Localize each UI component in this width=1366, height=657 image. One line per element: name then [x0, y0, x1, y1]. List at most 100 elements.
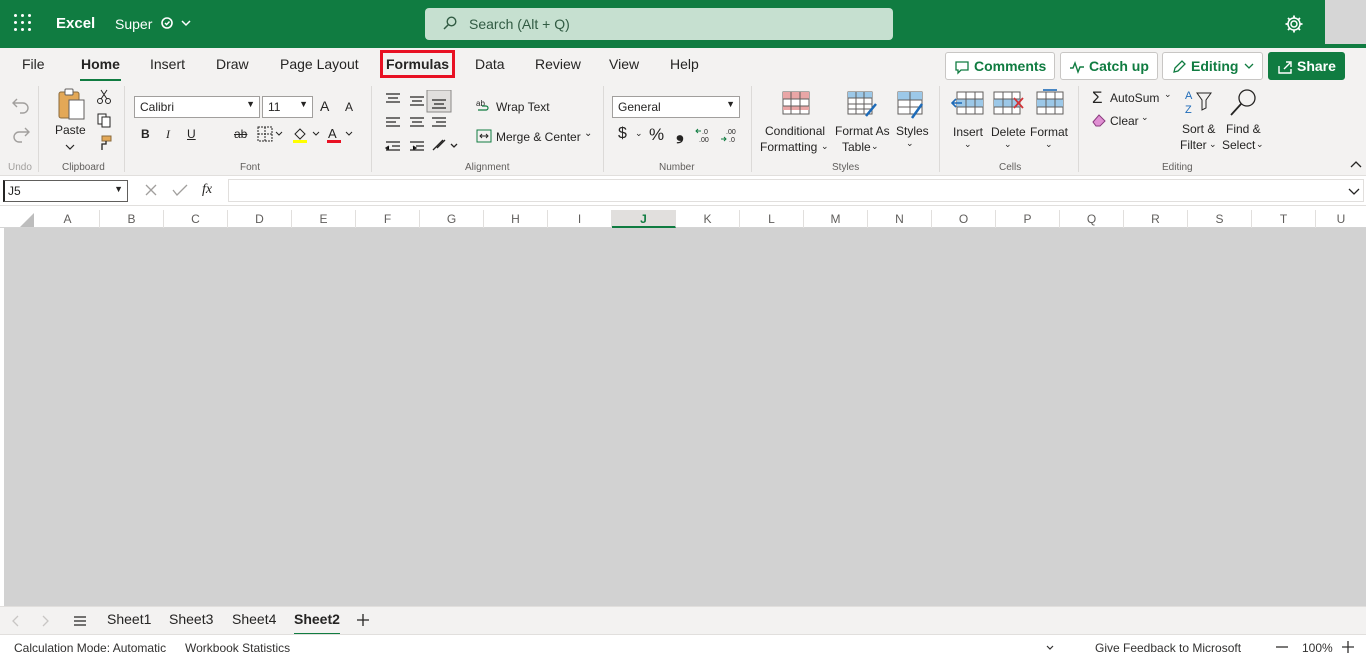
chevron-down-icon[interactable]: ⌄ [821, 141, 829, 152]
format-as-table-icon[interactable] [846, 90, 878, 120]
wrap-text-label[interactable]: Wrap Text [496, 100, 550, 114]
column-header-h[interactable]: H [484, 210, 548, 228]
currency-button[interactable]: $ [618, 125, 627, 143]
column-header-r[interactable]: R [1124, 210, 1188, 228]
column-header-s[interactable]: S [1188, 210, 1252, 228]
column-header-k[interactable]: K [676, 210, 740, 228]
chevron-down-icon[interactable]: ⌄ [1045, 139, 1053, 150]
tab-insert[interactable]: Insert [150, 56, 185, 72]
font-size-select[interactable]: 11 ▼ [262, 96, 313, 118]
calculation-mode[interactable]: Calculation Mode: Automatic [14, 641, 166, 655]
expand-formula-bar-icon[interactable] [1348, 186, 1360, 196]
worksheet-grid[interactable] [4, 228, 1366, 606]
comments-button[interactable]: Comments [945, 52, 1056, 80]
underline-button[interactable]: U [187, 127, 196, 141]
italic-button[interactable]: I [166, 127, 170, 142]
tab-review[interactable]: Review [535, 56, 581, 72]
shrink-font-button[interactable]: A [345, 100, 353, 114]
column-header-n[interactable]: N [868, 210, 932, 228]
chevron-down-icon[interactable]: ⌄ [584, 128, 592, 139]
cut-icon[interactable] [96, 89, 112, 105]
chevron-down-icon[interactable]: ⌄ [906, 138, 914, 149]
cancel-icon[interactable] [144, 183, 158, 197]
bold-button[interactable]: B [141, 127, 150, 141]
app-name[interactable]: Excel [56, 15, 95, 32]
column-header-b[interactable]: B [100, 210, 164, 228]
insert-cells-icon[interactable] [951, 90, 985, 118]
column-header-l[interactable]: L [740, 210, 804, 228]
tab-home[interactable]: Home [80, 56, 121, 81]
format-painter-icon[interactable] [96, 135, 112, 151]
sort-filter-label-2[interactable]: Filter [1180, 138, 1207, 152]
column-header-f[interactable]: F [356, 210, 420, 228]
column-header-q[interactable]: Q [1060, 210, 1124, 228]
chevron-down-icon[interactable] [1045, 644, 1055, 652]
select-all-corner[interactable] [20, 213, 34, 227]
settings-gear-icon[interactable] [1283, 13, 1305, 35]
column-header-m[interactable]: M [804, 210, 868, 228]
workbook-statistics[interactable]: Workbook Statistics [185, 641, 290, 655]
strikethrough-button[interactable]: ab [234, 127, 247, 141]
zoom-in-icon[interactable] [1342, 641, 1354, 653]
name-box[interactable]: J5 ▼ [3, 180, 128, 202]
paste-icon[interactable] [55, 87, 87, 121]
increase-decimal-icon[interactable]: .0.00 [695, 126, 715, 144]
sheet-tab-sheet3[interactable]: Sheet3 [169, 611, 213, 627]
format-as-table-label-1[interactable]: Format As [835, 124, 890, 138]
autosum-label[interactable]: AutoSum [1110, 91, 1159, 105]
chevron-down-icon[interactable]: ⌄ [1004, 139, 1012, 150]
column-header-p[interactable]: P [996, 210, 1060, 228]
enter-checkmark-icon[interactable] [172, 183, 188, 197]
column-header-i[interactable]: I [548, 210, 612, 228]
zoom-out-icon[interactable] [1276, 646, 1288, 648]
percent-button[interactable]: % [649, 125, 664, 145]
copy-icon[interactable] [96, 112, 112, 128]
wrap-text-icon[interactable]: ab [476, 98, 492, 114]
font-name-select[interactable]: Calibri ▼ [134, 96, 260, 118]
insert-function-button[interactable]: fx [202, 182, 212, 198]
chevron-down-icon[interactable]: ⌄ [1164, 89, 1172, 100]
cell-styles-icon[interactable] [896, 90, 926, 120]
column-header-j[interactable]: J [612, 210, 676, 228]
undo-icon[interactable] [11, 95, 31, 115]
zoom-level[interactable]: 100% [1302, 641, 1333, 655]
share-button[interactable]: Share [1268, 52, 1345, 80]
tab-page-layout[interactable]: Page Layout [280, 56, 359, 72]
alignment-icons[interactable] [383, 90, 463, 162]
delete-cells-icon[interactable] [992, 90, 1026, 118]
column-header-u[interactable]: U [1316, 210, 1366, 228]
formula-input[interactable] [228, 179, 1364, 202]
chevron-down-icon[interactable]: ⌄ [1141, 112, 1149, 123]
tab-file[interactable]: File [22, 56, 45, 72]
tab-view[interactable]: View [609, 56, 639, 72]
column-header-g[interactable]: G [420, 210, 484, 228]
tab-formulas[interactable]: Formulas [379, 50, 456, 78]
format-cells-label[interactable]: Format [1030, 125, 1068, 139]
chevron-down-icon[interactable]: ⌄ [635, 128, 643, 139]
editing-mode-button[interactable]: Editing [1162, 52, 1264, 80]
tab-help[interactable]: Help [670, 56, 699, 72]
tab-data[interactable]: Data [475, 56, 505, 72]
document-status-icon[interactable] [160, 15, 192, 34]
delete-cells-label[interactable]: Delete [991, 125, 1026, 139]
borders-icon[interactable] [257, 126, 285, 142]
sheet-tab-sheet1[interactable]: Sheet1 [107, 611, 151, 627]
comma-style-button[interactable]: ❟ [676, 122, 684, 145]
user-avatar[interactable] [1325, 0, 1366, 44]
find-select-icon[interactable] [1228, 87, 1260, 119]
chevron-down-icon[interactable]: ⌄ [871, 141, 879, 152]
sort-filter-label-1[interactable]: Sort & [1182, 122, 1215, 136]
paste-label[interactable]: Paste [55, 123, 86, 137]
insert-cells-label[interactable]: Insert [953, 125, 983, 139]
find-select-label-2[interactable]: Select [1222, 138, 1255, 152]
format-cells-icon[interactable] [1035, 88, 1065, 118]
autosum-icon[interactable]: Σ [1092, 88, 1103, 108]
sheet-tab-sheet4[interactable]: Sheet4 [232, 611, 276, 627]
merge-center-icon[interactable] [476, 128, 492, 144]
number-format-select[interactable]: General ▼ [612, 96, 740, 118]
column-header-o[interactable]: O [932, 210, 996, 228]
format-as-table-label-2[interactable]: Table [842, 140, 871, 154]
collapse-ribbon-icon[interactable] [1350, 160, 1362, 170]
scroll-right-icon[interactable] [40, 615, 50, 627]
font-color-icon[interactable]: A [326, 126, 356, 144]
